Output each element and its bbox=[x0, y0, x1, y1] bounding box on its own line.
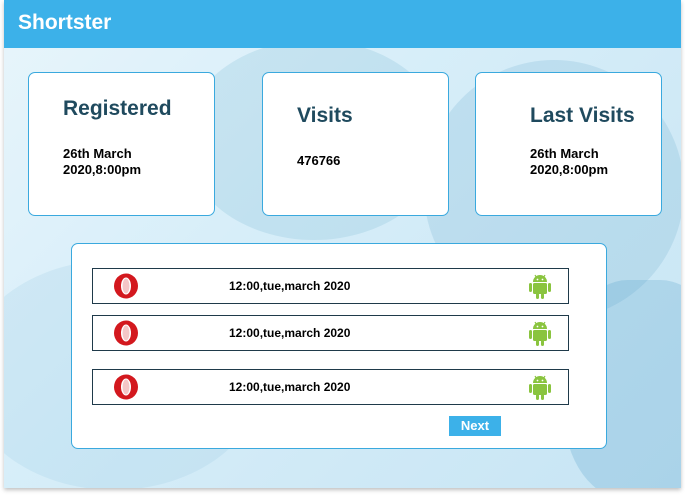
android-icon bbox=[528, 374, 552, 401]
visit-time: 12:00,tue,march 2020 bbox=[229, 380, 351, 394]
app-window: Shortster Registered 26th March 2020,8:0… bbox=[4, 0, 681, 488]
app-title: Shortster bbox=[18, 11, 112, 34]
visit-time: 12:00,tue,march 2020 bbox=[229, 326, 351, 340]
next-button[interactable]: Next bbox=[449, 416, 501, 436]
visits-card: Visits 476766 bbox=[262, 72, 449, 216]
android-icon bbox=[528, 320, 552, 347]
last-visits-value: 26th March 2020,8:00pm bbox=[530, 146, 609, 177]
visits-title: Visits bbox=[297, 104, 353, 127]
header-bar: Shortster bbox=[4, 0, 681, 48]
last-visits-title: Last Visits bbox=[530, 104, 635, 127]
visit-row[interactable]: 12:00,tue,march 2020 bbox=[92, 268, 569, 304]
registered-card: Registered 26th March 2020,8:00pm bbox=[28, 72, 215, 216]
opera-icon bbox=[113, 273, 139, 299]
visits-value: 476766 bbox=[297, 153, 341, 168]
opera-icon bbox=[113, 374, 139, 400]
android-icon bbox=[528, 273, 552, 300]
last-visits-card: Last Visits 26th March 2020,8:00pm bbox=[475, 72, 662, 216]
visit-row[interactable]: 12:00,tue,march 2020 bbox=[92, 369, 569, 405]
visit-row[interactable]: 12:00,tue,march 2020 bbox=[92, 315, 569, 351]
visit-log-panel: 12:00,tue,march 2020 12:00,tue,march 202… bbox=[71, 243, 607, 449]
registered-title: Registered bbox=[63, 97, 172, 120]
visit-time: 12:00,tue,march 2020 bbox=[229, 279, 351, 293]
registered-value: 26th March 2020,8:00pm bbox=[63, 146, 142, 177]
opera-icon bbox=[113, 320, 139, 346]
